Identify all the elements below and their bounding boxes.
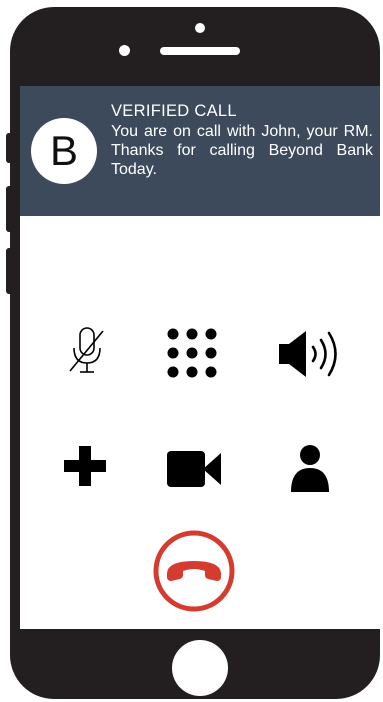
end-call-icon — [153, 530, 235, 612]
front-camera — [119, 45, 130, 56]
add-call-button[interactable] — [60, 444, 110, 488]
verified-call-banner: B VERIFIED CALL You are on call with Joh… — [20, 86, 380, 216]
video-icon — [167, 451, 221, 487]
banner-title: VERIFIED CALL — [111, 102, 237, 120]
avatar-letter: B — [49, 127, 78, 174]
video-button[interactable] — [164, 448, 224, 490]
sensor-dot — [195, 23, 205, 33]
home-button[interactable] — [172, 640, 228, 696]
avatar: B — [31, 118, 97, 184]
keypad-icon — [167, 328, 217, 378]
banner-message: You are on call with John, your RM. Than… — [111, 123, 373, 178]
contacts-button[interactable] — [288, 442, 332, 494]
end-call-button[interactable] — [152, 529, 236, 613]
contacts-icon — [291, 445, 329, 492]
speaker-button[interactable] — [274, 326, 344, 382]
add-call-icon — [64, 446, 106, 486]
mute-button[interactable] — [62, 324, 112, 380]
keypad-button[interactable] — [164, 326, 220, 380]
speaker-icon — [279, 331, 337, 377]
earpiece-speaker — [160, 47, 240, 55]
mute-icon — [69, 327, 104, 373]
phone-screen: B VERIFIED CALL You are on call with Joh… — [20, 86, 380, 629]
